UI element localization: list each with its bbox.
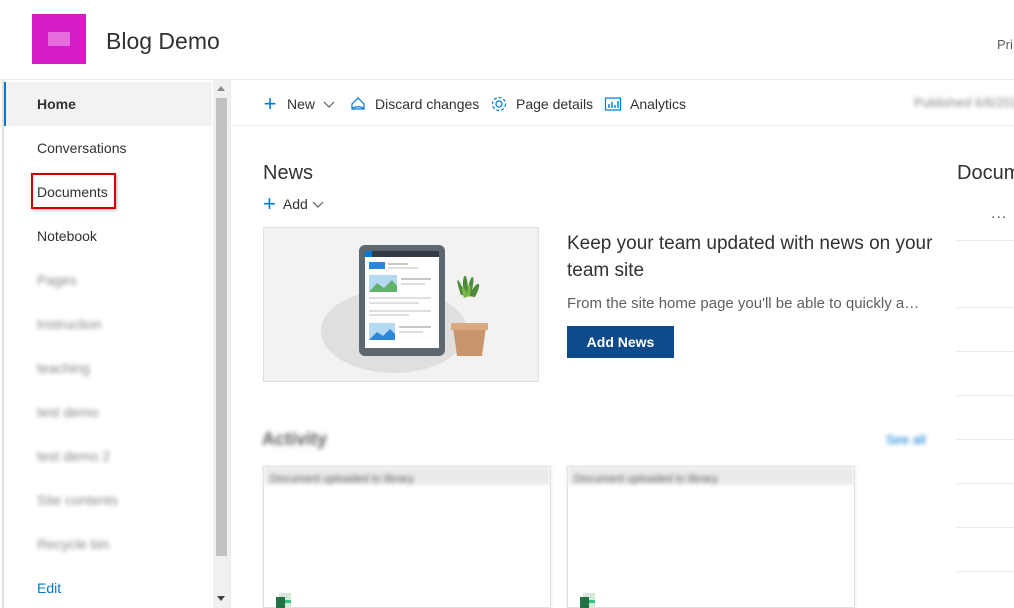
discard-changes-button[interactable]: Discard changes [349,94,479,114]
documents-divider [957,240,1014,241]
add-news-button[interactable]: Add News [567,326,674,358]
nav-scrollbar[interactable] [213,80,230,608]
privacy-label: Pri [997,37,1013,52]
documents-divider [957,527,1014,528]
activity-card[interactable]: Document uploaded to library [567,466,855,608]
nav-item-recycle-bin[interactable]: Recycle bin [4,522,212,566]
analytics-button[interactable]: Analytics [604,94,686,114]
nav-item-pages[interactable]: Pages [4,258,212,302]
nav-item-blurred-2[interactable]: teaching [4,346,212,390]
site-header: Blog Demo Pri [0,0,1014,80]
news-description: From the site home page you'll be able t… [567,295,923,312]
plus-icon: + [263,91,277,116]
activity-card-title: Document uploaded to library [574,473,718,485]
analytics-chart-icon [604,95,622,113]
activity-section-title: Activity [262,429,328,449]
news-section-title: News [263,162,314,184]
nav-item-conversations[interactable]: Conversations [4,126,212,170]
nav-item-home[interactable]: Home [4,82,212,126]
nav-item-notebook[interactable]: Notebook [4,214,212,258]
documents-highlight-box [31,173,116,209]
chevron-down-icon [323,101,335,108]
activity-card[interactable]: Document uploaded to library [263,466,551,608]
news-heading: Keep your team updated with news on your… [567,233,933,281]
site-logo[interactable] [32,14,86,64]
chevron-down-icon [312,201,324,208]
news-illustration [263,227,539,382]
activity-card-title: Document uploaded to library [270,473,414,485]
documents-section-title: Documents [957,162,1014,184]
publish-status: Published 6/6/2020 [914,95,1014,110]
documents-divider [957,307,1014,308]
gear-icon [490,95,508,113]
scroll-up-arrow-icon[interactable] [217,86,225,91]
nav-edit-link[interactable]: Edit [4,566,212,608]
documents-divider [957,571,1014,572]
excel-file-icon [580,593,595,608]
news-add-button[interactable]: + Add [263,191,324,216]
nav-item-site-contents[interactable]: Site contents [4,478,212,522]
documents-divider [957,483,1014,484]
scroll-down-arrow-icon[interactable] [217,596,225,601]
more-options-icon[interactable]: ... [991,205,1007,223]
documents-divider [957,439,1014,440]
nav-item-blurred-4[interactable]: test demo 2 [4,434,212,478]
nav-item-blurred-1[interactable]: Instruction [4,302,212,346]
documents-divider [957,395,1014,396]
new-button[interactable]: + New [261,91,335,116]
scroll-thumb[interactable] [216,98,227,556]
see-all-link[interactable]: See all [886,432,926,447]
discard-icon [349,95,367,113]
site-title[interactable]: Blog Demo [106,28,220,55]
documents-divider [957,351,1014,352]
excel-file-icon [276,593,291,608]
command-bar: + New Discard changes Page details Analy… [231,80,1014,126]
plus-icon: + [263,191,276,216]
page-details-button[interactable]: Page details [490,94,593,114]
nav-item-blurred-3[interactable]: test demo [4,390,212,434]
